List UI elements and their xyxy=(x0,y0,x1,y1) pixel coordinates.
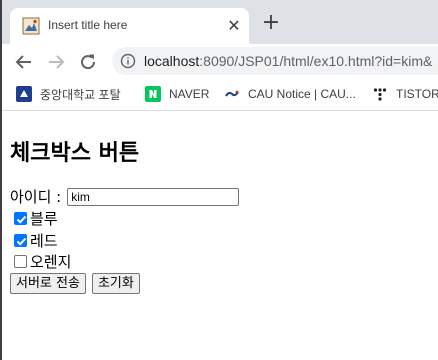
checkbox-blue[interactable] xyxy=(14,212,27,225)
tab-strip: Insert title here ✕ + xyxy=(2,0,438,44)
close-tab-icon[interactable]: ✕ xyxy=(225,17,243,35)
checkbox-row-red: 레드 xyxy=(10,230,58,251)
address-bar[interactable]: localhost:8090/JSP01/html/ex10.html?id=k… xyxy=(112,47,438,75)
bookmark-label: 중앙대학교 포탈 xyxy=(40,87,121,102)
id-label: 아이디 : xyxy=(10,188,62,206)
page-heading: 체크박스 버튼 xyxy=(10,141,140,166)
checkbox-label-red: 레드 xyxy=(30,232,58,250)
url-text[interactable]: localhost:8090/JSP01/html/ex10.html?id=k… xyxy=(144,53,432,69)
checkbox-row-blue: 블루 xyxy=(10,208,58,229)
info-icon[interactable] xyxy=(120,53,136,69)
bookmark-naver[interactable]: NAVER xyxy=(145,78,209,110)
bookmark-label: TISTORY xyxy=(396,87,438,101)
eclipse-page-icon xyxy=(22,17,40,35)
checkbox-orange[interactable] xyxy=(14,255,27,268)
active-tab[interactable]: Insert title here ✕ xyxy=(10,8,249,44)
back-arrow-icon[interactable] xyxy=(12,50,36,74)
reset-button[interactable]: 초기화 xyxy=(91,273,140,294)
page-content: 체크박스 버튼 아이디 : 블루 레드 오렌지 서버로 전송 초기화 xyxy=(2,111,438,360)
checkbox-label-blue: 블루 xyxy=(30,210,58,228)
url-host: localhost xyxy=(144,53,200,69)
bookmark-cau-notice[interactable]: CAU Notice | CAU... xyxy=(224,78,356,110)
bookmark-label: CAU Notice | CAU... xyxy=(248,87,356,101)
new-tab-button[interactable]: + xyxy=(261,12,281,34)
bookmark-tistory[interactable]: TISTORY xyxy=(372,78,438,110)
checkmark-icon xyxy=(16,215,27,224)
button-row: 서버로 전송 초기화 xyxy=(10,273,146,294)
submit-button[interactable]: 서버로 전송 xyxy=(10,273,86,294)
checkbox-label-orange: 오렌지 xyxy=(30,253,72,271)
id-input[interactable] xyxy=(67,187,240,206)
bookmark-cau-portal[interactable]: 중앙대학교 포탈 xyxy=(16,78,121,110)
forward-arrow-icon[interactable] xyxy=(44,50,68,74)
url-path: :8090/JSP01/html/ex10.html?id=kim& xyxy=(199,53,433,69)
id-row: 아이디 : xyxy=(10,186,240,207)
naver-icon xyxy=(145,86,161,102)
tistory-icon xyxy=(373,88,387,101)
checkbox-red[interactable] xyxy=(14,234,27,247)
cau-portal-icon xyxy=(16,86,32,102)
checkbox-row-orange: 오렌지 xyxy=(10,251,71,272)
checkmark-icon xyxy=(16,237,27,246)
cau-notice-icon xyxy=(225,90,239,97)
bookmarks-bar: 중앙대학교 포탈 NAVER CAU Notice | CAU... TISTO… xyxy=(2,78,438,111)
tab-title: Insert title here xyxy=(48,18,128,32)
bookmark-label: NAVER xyxy=(169,87,210,101)
browser-toolbar: localhost:8090/JSP01/html/ex10.html?id=k… xyxy=(2,44,438,78)
reload-icon[interactable] xyxy=(76,50,100,74)
